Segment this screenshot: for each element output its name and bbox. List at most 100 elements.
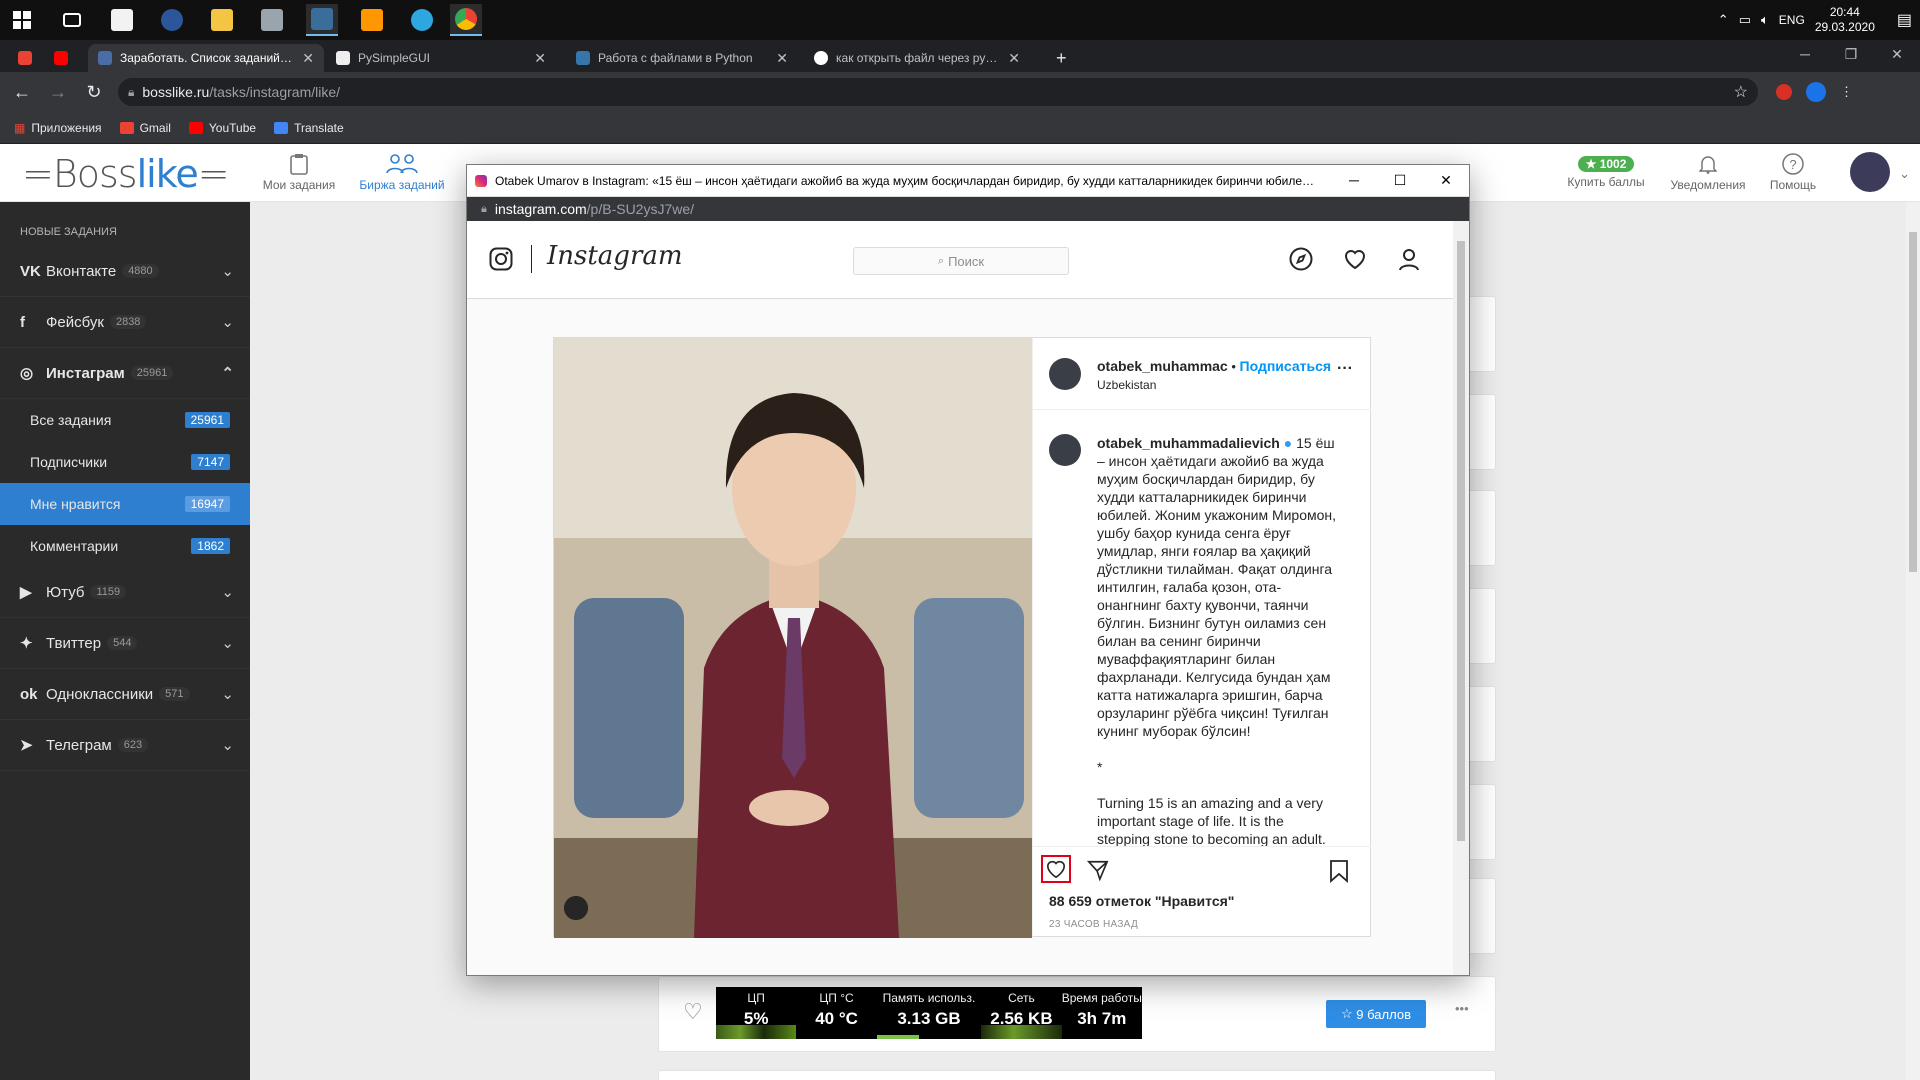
- close-tab-icon[interactable]: ✕: [776, 50, 788, 67]
- buy-points-button[interactable]: ★ 1002 Купить баллы: [1566, 150, 1646, 189]
- bookmark-save-icon[interactable]: [1329, 859, 1349, 883]
- task-points-button[interactable]: ☆ 9 баллов: [1326, 1000, 1426, 1028]
- profile-icon[interactable]: [1397, 247, 1421, 271]
- sublime-text-icon[interactable]: [356, 4, 388, 36]
- bookmark-star-icon[interactable]: ☆: [1734, 82, 1748, 102]
- file-explorer-icon[interactable]: [206, 4, 238, 36]
- close-tab-icon[interactable]: ✕: [534, 50, 546, 67]
- scrollbar-thumb[interactable]: [1457, 241, 1465, 841]
- close-icon[interactable]: ✕: [1423, 172, 1469, 189]
- sidebar-item-facebook[interactable]: f Фейсбук 2838 ⌄: [0, 297, 250, 348]
- sidebar-subitem-all-tasks[interactable]: Все задания 25961: [0, 399, 250, 441]
- word-icon[interactable]: [156, 4, 188, 36]
- chrome-icon[interactable]: [450, 4, 482, 36]
- monitor-cpu-temp: ЦП °C 40 °C: [796, 987, 876, 1039]
- reload-icon[interactable]: ↻: [80, 78, 108, 106]
- sidebar-subitem-followers[interactable]: Подписчики 7147: [0, 441, 250, 483]
- likes-count[interactable]: 88 659 отметок "Нравится": [1049, 893, 1234, 909]
- nav-task-exchange[interactable]: Биржа заданий: [354, 150, 450, 192]
- author-avatar[interactable]: [1049, 358, 1081, 390]
- sidebar-item-instagram[interactable]: ◎ Инстаграм 25961 ⌃: [0, 348, 250, 399]
- points-label: 9 баллов: [1356, 1006, 1411, 1022]
- caption-author-avatar[interactable]: [1049, 434, 1081, 466]
- restore-icon[interactable]: ❐: [1828, 40, 1874, 68]
- minimize-icon[interactable]: ─: [1331, 172, 1377, 189]
- like-heart-icon[interactable]: [1041, 855, 1071, 883]
- heart-icon[interactable]: [1343, 247, 1367, 271]
- tab-gmail[interactable]: [10, 44, 40, 72]
- close-icon[interactable]: ✕: [1874, 40, 1920, 68]
- post-header: otabek_muhammac • Подписаться Uzbekistan…: [1033, 338, 1371, 410]
- plus-icon: +: [1056, 47, 1067, 68]
- sidebar-item-youtube[interactable]: ▶ Ютуб 1159 ⌄: [0, 567, 250, 618]
- notifications-icon[interactable]: ▤: [1897, 10, 1912, 30]
- bookmark-gmail[interactable]: Gmail: [119, 121, 171, 135]
- sidebar-subitem-likes[interactable]: Мне нравится 16947: [0, 483, 250, 525]
- tab-pysimplegui[interactable]: PySimpleGUI ✕: [326, 44, 556, 72]
- compass-icon[interactable]: [1289, 247, 1313, 271]
- maximize-icon[interactable]: ☐: [1377, 172, 1423, 189]
- sidebar-item-twitter[interactable]: ✦ Твиттер 544 ⌄: [0, 618, 250, 669]
- language-indicator[interactable]: ENG: [1779, 13, 1805, 27]
- sidebar-item-vkontakte[interactable]: VK Вконтакте 4880 ⌄: [0, 246, 250, 297]
- close-tab-icon[interactable]: ✕: [302, 50, 314, 67]
- drive-icon[interactable]: [256, 4, 288, 36]
- windows-start-icon[interactable]: [6, 4, 38, 36]
- post-location[interactable]: Uzbekistan: [1097, 378, 1156, 392]
- tab-youtube[interactable]: [46, 44, 86, 72]
- heart-outline-icon[interactable]: ♡: [683, 999, 703, 1025]
- notifications-button[interactable]: Уведомления: [1666, 150, 1750, 192]
- store-icon[interactable]: [106, 4, 138, 36]
- more-options-icon[interactable]: •••: [1455, 1001, 1469, 1016]
- instagram-camera-icon[interactable]: [489, 247, 513, 271]
- share-icon[interactable]: [1087, 859, 1109, 881]
- address-bar[interactable]: 🔒︎ bosslike.ru /tasks/instagram/like/ ☆: [118, 78, 1758, 106]
- close-tab-icon[interactable]: ✕: [1008, 50, 1020, 67]
- tagged-user-icon[interactable]: [564, 896, 588, 920]
- sidebar-subitem-comments[interactable]: Комментарии 1862: [0, 525, 250, 567]
- telegram-icon[interactable]: [406, 4, 438, 36]
- instagram-wordmark[interactable]: Instagram: [547, 241, 683, 271]
- bookmark-youtube[interactable]: YouTube: [188, 121, 256, 135]
- scrollbar-thumb[interactable]: [1909, 232, 1917, 572]
- help-button[interactable]: ? Помощь: [1762, 150, 1824, 192]
- bookmark-translate[interactable]: Translate: [274, 121, 344, 135]
- popup-address-bar[interactable]: 🔒︎ instagram.com /p/B-SU2ysJ7we/: [467, 197, 1469, 221]
- minimize-icon[interactable]: ─: [1782, 40, 1828, 68]
- author-username[interactable]: otabek_muhammac: [1097, 358, 1228, 374]
- more-options-icon[interactable]: ···: [1337, 360, 1353, 378]
- tab-python-files[interactable]: Работа с файлами в Python ✕: [566, 44, 798, 72]
- new-tab-button[interactable]: +: [1046, 44, 1076, 72]
- python-console-icon[interactable]: [306, 4, 338, 36]
- back-arrow-icon[interactable]: ←: [8, 78, 36, 106]
- chevron-down-icon[interactable]: ⌄: [1899, 166, 1910, 182]
- post-timestamp[interactable]: 23 ЧАСОВ НАЗАД: [1049, 919, 1138, 930]
- search-input[interactable]: ⌕ Поиск: [853, 247, 1069, 275]
- page-scrollbar[interactable]: [1906, 202, 1920, 1080]
- nav-my-tasks[interactable]: Мои задания: [258, 150, 340, 192]
- popup-scrollbar[interactable]: [1453, 221, 1469, 975]
- volume-icon[interactable]: 🔈︎: [1761, 12, 1769, 28]
- extension-icon[interactable]: [1776, 84, 1792, 100]
- tab-google-search[interactable]: как открыть файл через python ✕: [804, 44, 1030, 72]
- caption-username[interactable]: otabek_muhammadalievich: [1097, 435, 1280, 451]
- sidebar-item-odnoklassniki[interactable]: ok Одноклассники 571 ⌄: [0, 669, 250, 720]
- task-view-icon[interactable]: [56, 4, 88, 36]
- user-avatar[interactable]: [1850, 152, 1890, 192]
- sidebar-item-count: 571: [159, 687, 190, 701]
- sidebar-item-count: 2838: [109, 315, 147, 329]
- browser-tab-strip: Заработать. Список заданий дл ✕ PySimple…: [0, 40, 1920, 72]
- forward-arrow-icon[interactable]: →: [44, 78, 72, 106]
- profile-avatar-icon[interactable]: [1806, 82, 1826, 102]
- menu-kebab-icon[interactable]: ⋮: [1840, 84, 1853, 100]
- tab-bosslike[interactable]: Заработать. Список заданий дл ✕: [88, 44, 324, 72]
- post-photo[interactable]: [554, 338, 1032, 938]
- bookmark-apps[interactable]: ▦ Приложения: [14, 121, 102, 135]
- clock[interactable]: 20:44 29.03.2020: [1815, 5, 1875, 35]
- chevron-up-icon[interactable]: ⌃: [1718, 12, 1729, 28]
- bosslike-logo[interactable]: =Bosslike=: [22, 152, 230, 196]
- browser-window-controls: ─ ❐ ✕: [1782, 40, 1920, 68]
- follow-button[interactable]: Подписаться: [1240, 358, 1332, 374]
- network-icon[interactable]: ▭: [1739, 12, 1751, 28]
- sidebar-item-telegram[interactable]: ➤ Телеграм 623 ⌄: [0, 720, 250, 771]
